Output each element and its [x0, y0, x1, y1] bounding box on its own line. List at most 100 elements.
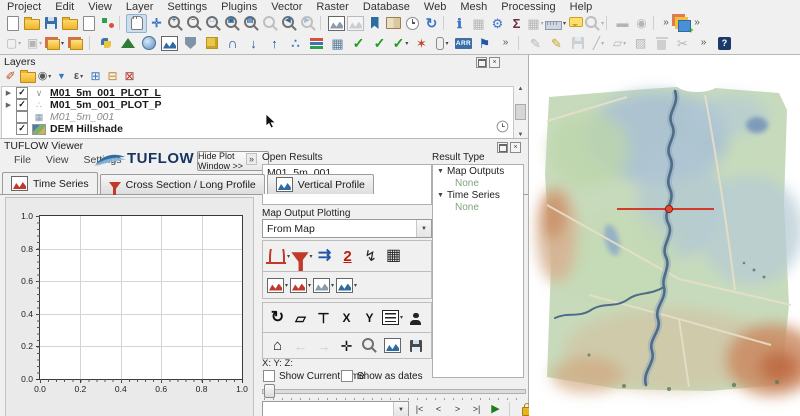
tree-child-value[interactable]: None [433, 177, 523, 189]
open-attribute-table[interactable]: ▦ [469, 15, 488, 32]
select-by-value[interactable]: ▾ [45, 33, 66, 53]
dropdown-arrow-icon[interactable]: ▾ [354, 282, 357, 289]
close-panel-button[interactable]: × [510, 142, 521, 153]
menu-vector[interactable]: Vector [264, 1, 309, 13]
plot-forward[interactable]: → [312, 335, 335, 357]
tree-item-time-series[interactable]: ▼Time Series [433, 189, 523, 201]
dropdown-arrow-icon[interactable]: ▾ [39, 40, 42, 47]
tuflow-check-3[interactable]: ✓▾ [390, 33, 411, 53]
user-plot-settings[interactable] [404, 307, 427, 329]
select-features[interactable]: ▢▾ [3, 33, 24, 53]
close-panel-button[interactable]: × [489, 57, 500, 68]
menu-help[interactable]: Help [563, 1, 600, 13]
expand-all[interactable]: ⊞ [87, 69, 104, 84]
menu-settings[interactable]: Settings [160, 1, 214, 13]
compass-orientation-tool[interactable] [138, 33, 159, 53]
map-grid-tool[interactable]: ▦ [327, 33, 348, 53]
expand-arrow-icon[interactable]: ▶ [5, 101, 12, 109]
tuflow-check-2[interactable]: ✓ [369, 33, 390, 53]
processing-toolbox[interactable]: ⚙ [488, 15, 507, 32]
tuflow-menu-view[interactable]: View [40, 152, 75, 168]
refresh-plot[interactable]: ↻ [266, 307, 289, 329]
menu-project[interactable]: Project [0, 1, 48, 13]
tab-cross-section-long-profile[interactable]: Cross Section / Long Profile [100, 174, 265, 194]
dropdown-arrow-icon[interactable]: ▾ [331, 282, 334, 289]
diagram-toolbar[interactable]: ◉ [632, 15, 651, 32]
save-project[interactable] [41, 15, 60, 32]
dropdown-arrow-icon[interactable]: ▾ [285, 282, 288, 289]
remove-layer[interactable]: ⊠ [121, 69, 138, 84]
toolbar-extension-3[interactable]: » [495, 33, 516, 53]
plot-cross-section-from-map[interactable]: ▾ [290, 245, 313, 267]
dropdown-arrow-icon[interactable]: ▾ [308, 282, 311, 289]
map-tips[interactable] [566, 15, 585, 32]
menu-raster[interactable]: Raster [309, 1, 355, 13]
plot-timeseries-from-map[interactable]: ▾ [266, 245, 290, 267]
layer-name[interactable]: M01_5m_001_PLOT_L [50, 87, 161, 99]
menu-layer[interactable]: Layer [119, 1, 161, 13]
menu-view[interactable]: View [81, 1, 119, 13]
layer-row[interactable]: ▶✓∴M01_5m_001_PLOT_P [2, 99, 515, 111]
layer-name[interactable]: M01_5m_001 [50, 111, 114, 123]
add-line-feature[interactable]: ╱▾ [588, 33, 609, 53]
filter-legend[interactable]: ▼ [53, 69, 70, 84]
dropdown-arrow-icon[interactable]: ▾ [18, 40, 21, 47]
copy-features[interactable]: ▣▾ [24, 33, 45, 53]
plot-grid[interactable]: ▦ [382, 245, 405, 267]
plot-flux-secondary[interactable]: 2 [336, 245, 359, 267]
moth-tool[interactable]: ✶ [411, 33, 432, 53]
arr-tool[interactable]: ARR [453, 33, 474, 53]
plot-curtain-cursor[interactable]: ↯ [359, 245, 382, 267]
plot-back[interactable]: ← [289, 335, 312, 357]
open-project[interactable] [22, 15, 41, 32]
menu-database[interactable]: Database [356, 1, 417, 13]
result-type-tree[interactable]: ▼Map OutputsNone▼Time SeriesNone [432, 164, 524, 378]
dropdown-arrow-icon[interactable]: ▾ [541, 20, 544, 27]
zoom-in[interactable]: + [166, 15, 185, 32]
identify-features[interactable]: ℹ [450, 15, 469, 32]
collapse-all[interactable]: ⊟ [104, 69, 121, 84]
help[interactable]: ? [714, 33, 735, 53]
dropdown-arrow-icon[interactable]: ▾ [445, 40, 448, 47]
python-console[interactable] [96, 33, 117, 53]
toolbar-extension-2[interactable]: » [691, 15, 703, 32]
plot-home[interactable]: ⌂ [266, 335, 289, 357]
profile-bars-tool[interactable] [306, 33, 327, 53]
raster-tools[interactable]: ▦▾ [526, 15, 545, 32]
scroll-thumb[interactable] [515, 104, 526, 120]
layer-name[interactable]: DEM Hillshade [50, 123, 123, 135]
dropdown-arrow-icon[interactable]: ▾ [623, 40, 626, 47]
zoom-last[interactable]: ◀ [280, 15, 299, 32]
previous-timestep-button[interactable]: < [431, 401, 446, 416]
layer-visibility-checkbox[interactable]: ✓ [16, 123, 28, 135]
plot-axes-options[interactable] [381, 335, 404, 357]
terrain-dem-tool[interactable] [117, 33, 138, 53]
show-current-time-checkbox[interactable] [263, 370, 275, 382]
plot-source-combo[interactable]: From Map ▼ [262, 219, 432, 238]
toolbar-extension-1[interactable]: » [660, 15, 672, 32]
dropdown-arrow-icon[interactable]: ▾ [601, 20, 604, 27]
filter-by-expression[interactable]: ε▾ [70, 69, 87, 84]
pan-to-selection[interactable]: ✛ [147, 15, 166, 32]
cube-3d-tool[interactable] [201, 33, 222, 53]
measure-tool[interactable]: ▾ [545, 15, 566, 32]
tree-child-value[interactable]: None [433, 201, 523, 213]
batch-plot-vertical-profile[interactable]: ▾ [335, 274, 358, 296]
clear-plot[interactable]: ▱ [289, 307, 312, 329]
attachment-tool[interactable]: ▾ [432, 33, 453, 53]
current-edits[interactable]: ✎ [525, 33, 546, 53]
scroll-up-icon[interactable]: ▲ [518, 86, 524, 92]
tuflow-menu-file[interactable]: File [8, 152, 37, 168]
new-3d-map-view[interactable] [346, 15, 365, 32]
cut-features[interactable]: ✂ [672, 33, 693, 53]
combo-arrow-icon[interactable]: ▼ [416, 220, 431, 237]
dropdown-arrow-icon[interactable]: ▾ [80, 73, 83, 80]
delete-selected[interactable] [651, 33, 672, 53]
layer-visibility-checkbox[interactable]: ✓ [16, 99, 28, 111]
menu-edit[interactable]: Edit [48, 1, 81, 13]
temporal-controller[interactable] [403, 15, 422, 32]
dropdown-arrow-icon[interactable]: ▾ [601, 40, 604, 47]
new-map-view[interactable] [327, 15, 346, 32]
layer-visibility-checkbox[interactable]: ✓ [16, 87, 28, 99]
batch-plot-curtain[interactable]: ▾ [312, 274, 335, 296]
